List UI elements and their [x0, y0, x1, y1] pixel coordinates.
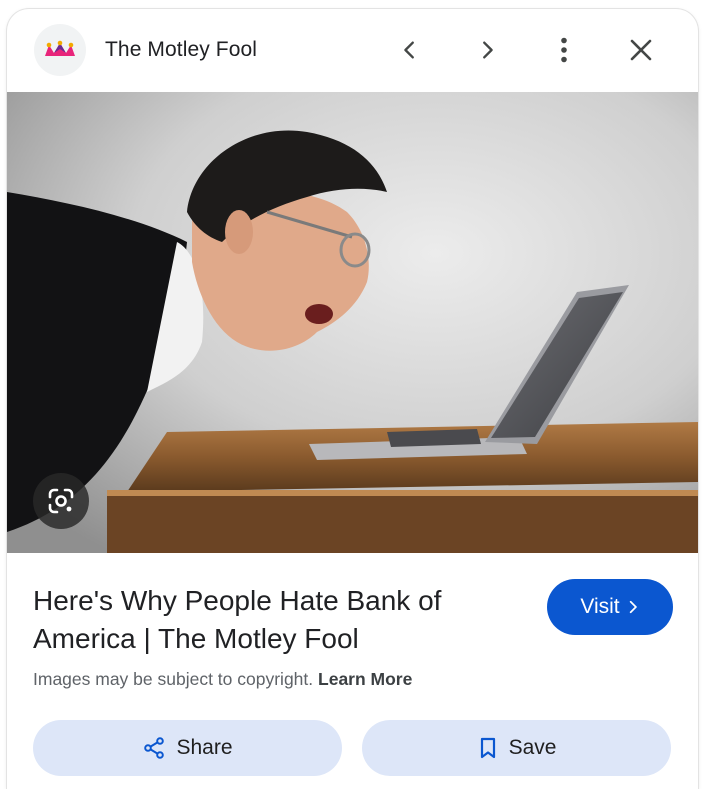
- site-logo[interactable]: [34, 24, 86, 76]
- close-button[interactable]: [618, 27, 664, 73]
- lens-search-button[interactable]: [33, 473, 89, 529]
- share-button[interactable]: Share: [33, 720, 342, 776]
- more-vert-icon: [561, 37, 567, 63]
- viewer-header: The Motley Fool: [7, 9, 698, 92]
- close-icon: [630, 39, 652, 61]
- man-yelling-at-laptop-photo: [7, 92, 698, 553]
- preview-image[interactable]: [7, 92, 698, 553]
- result-title[interactable]: Here's Why People Hate Bank of America |…: [33, 582, 503, 658]
- site-name[interactable]: The Motley Fool: [105, 38, 257, 62]
- visit-label: Visit: [580, 595, 620, 618]
- visit-button[interactable]: Visit: [547, 579, 673, 635]
- motley-fool-jester-logo-icon: [45, 40, 75, 56]
- chevron-right-icon: [483, 41, 493, 59]
- google-lens-icon: [48, 488, 74, 514]
- chevron-left-icon: [404, 41, 414, 59]
- next-button[interactable]: [464, 27, 510, 73]
- chevron-right-icon: [629, 600, 637, 614]
- bookmark-icon: [480, 737, 495, 759]
- copyright-notice: Images may be subject to copyright. Lear…: [33, 669, 412, 690]
- image-viewer-panel: The Motley Fool Here's Why People Hate B…: [7, 9, 698, 789]
- share-label: Share: [176, 736, 233, 759]
- save-label: Save: [508, 736, 557, 759]
- copyright-text: Images may be subject to copyright.: [33, 669, 314, 689]
- more-options-button[interactable]: [541, 27, 587, 73]
- share-icon: [144, 737, 165, 759]
- save-button[interactable]: Save: [362, 720, 671, 776]
- previous-button[interactable]: [387, 27, 433, 73]
- learn-more-link[interactable]: Learn More: [318, 669, 412, 689]
